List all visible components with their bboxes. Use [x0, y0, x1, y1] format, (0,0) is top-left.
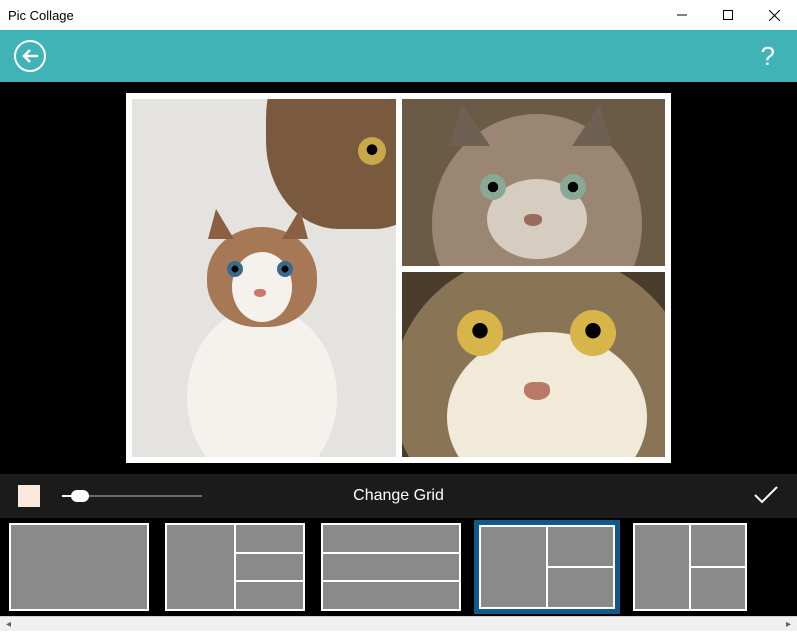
scroll-right-button[interactable]: ▸	[780, 617, 797, 632]
help-button[interactable]: ?	[753, 37, 783, 76]
horizontal-scrollbar[interactable]: ◂ ▸	[0, 616, 797, 631]
collage-preview[interactable]	[126, 93, 671, 463]
maximize-button[interactable]	[705, 0, 751, 30]
check-icon	[753, 484, 779, 504]
maximize-icon	[723, 10, 733, 20]
grid-layout-strip[interactable]	[0, 518, 797, 616]
grid-option-single[interactable]	[6, 520, 152, 614]
controls-title: Change Grid	[353, 487, 444, 505]
background-color-swatch[interactable]	[18, 485, 40, 507]
border-width-slider[interactable]	[62, 495, 202, 497]
collage-cell-bottom-right[interactable]	[402, 272, 666, 457]
back-button[interactable]	[14, 40, 46, 72]
slider-thumb[interactable]	[71, 490, 89, 502]
window-title: Pic Collage	[8, 8, 74, 23]
grid-option-left-plus-two[interactable]	[474, 520, 620, 614]
app-header: ?	[0, 30, 797, 82]
scroll-left-button[interactable]: ◂	[0, 617, 17, 632]
window-controls	[659, 0, 797, 30]
collage-cell-left[interactable]	[132, 99, 396, 457]
close-button[interactable]	[751, 0, 797, 30]
grid-option-three-rows[interactable]	[318, 520, 464, 614]
grid-controls-bar: Change Grid	[0, 474, 797, 518]
collage-right-column	[402, 99, 666, 457]
titlebar: Pic Collage	[0, 0, 797, 30]
confirm-button[interactable]	[753, 484, 779, 509]
grid-option-left-plus-three[interactable]	[162, 520, 308, 614]
grid-option-two-col-right-split[interactable]	[630, 520, 750, 614]
minimize-button[interactable]	[659, 0, 705, 30]
collage-cell-top-right[interactable]	[402, 99, 666, 266]
back-arrow-icon	[21, 49, 39, 63]
close-icon	[769, 10, 780, 21]
minimize-icon	[677, 10, 687, 20]
canvas-area	[0, 82, 797, 474]
